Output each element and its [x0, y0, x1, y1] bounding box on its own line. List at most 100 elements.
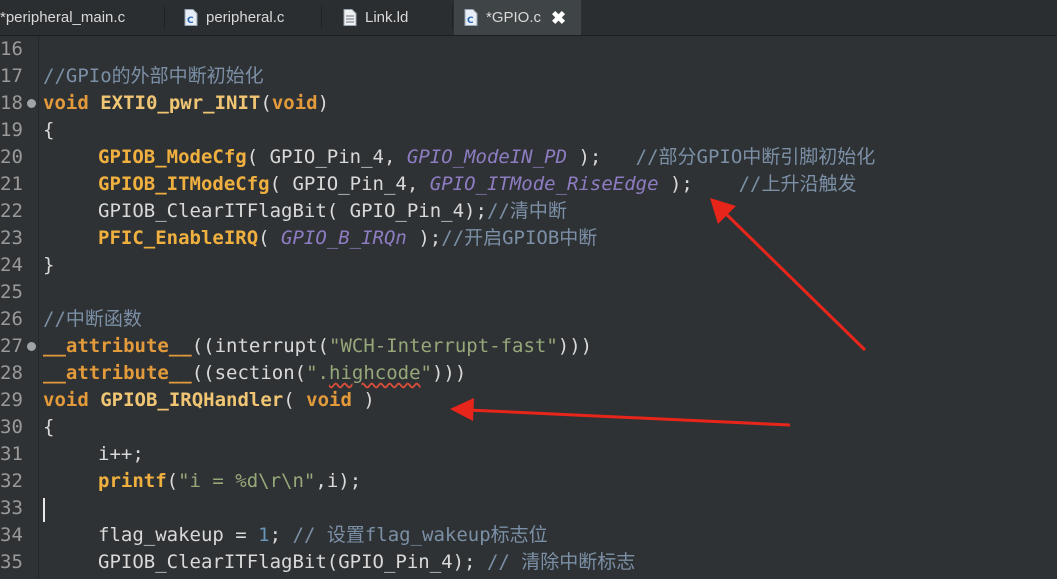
- code-line: __attribute__((section(".highcode"))): [43, 360, 466, 387]
- comment: // 清除中断标志: [486, 551, 636, 573]
- keyword: void: [43, 389, 89, 411]
- code-editor[interactable]: //GPIo的外部中断初始化 void EXTI0_pwr_INIT(void)…: [39, 36, 1057, 579]
- line-number: 34: [0, 524, 23, 546]
- comment: //开启GPIOB中断: [441, 227, 598, 249]
- line-number: 25: [0, 281, 23, 303]
- punct: );: [567, 146, 636, 168]
- string-literal: "WCH-Interrupt-fast": [329, 335, 558, 357]
- line-number: 33: [0, 497, 23, 519]
- tab-peripheral-main[interactable]: *peripheral_main.c: [0, 0, 165, 34]
- punct: ))): [557, 335, 593, 357]
- line-number: 17: [0, 65, 23, 87]
- text-cursor: [43, 498, 45, 522]
- line-number: 29: [0, 389, 23, 411]
- function-call: GPIOB_ModeCfg: [98, 146, 247, 168]
- tab-label: peripheral.c: [206, 8, 285, 26]
- line-number: 28: [0, 362, 23, 384]
- punct: ): [351, 389, 375, 411]
- args: ( GPIO_Pin_4,: [246, 146, 407, 168]
- code-line: GPIOB_ClearITFlagBit( GPIO_Pin_4);//清中断: [98, 198, 567, 225]
- fold-toggle-icon[interactable]: [27, 99, 36, 108]
- enum-constant: GPIO_ModeIN_PD: [406, 146, 568, 168]
- punct: ,i);: [315, 470, 362, 492]
- line-number: 21: [0, 173, 23, 195]
- code-line: printf("i = %d\r\n",i);: [98, 468, 361, 495]
- statement: GPIOB_ClearITFlagBit(GPIO_Pin_4);: [98, 551, 487, 573]
- line-number: 31: [0, 443, 23, 465]
- comment: // 设置flag_wakeup标志位: [292, 524, 548, 546]
- spellcheck-warning: highcode: [329, 362, 421, 384]
- line-number: 22: [0, 200, 23, 222]
- keyword: __attribute__: [43, 335, 192, 357]
- code-line: PFIC_EnableIRQ( GPIO_B_IRQn );//开启GPIOB中…: [98, 225, 597, 252]
- comment: //GPIo的外部中断初始化: [43, 65, 264, 87]
- code-line: GPIOB_ClearITFlagBit(GPIO_Pin_4); // 清除中…: [98, 549, 635, 576]
- line-number-gutter: 16 17 18 19 20 21 22 23 24 25 26 27 28 2…: [0, 36, 39, 579]
- tab-divider: [321, 6, 322, 28]
- code-line: __attribute__((interrupt("WCH-Interrupt-…: [43, 333, 592, 360]
- punct: ((interrupt(: [191, 335, 329, 357]
- close-icon[interactable]: ✖: [551, 9, 566, 27]
- code-line: {: [43, 416, 55, 438]
- string-literal: ".: [306, 362, 329, 384]
- comment: //部分GPIO中断引脚初始化: [635, 146, 876, 168]
- line-number: 32: [0, 470, 23, 492]
- keyword: void: [271, 92, 318, 114]
- comment: //上升沿触发: [738, 173, 857, 195]
- statement: flag_wakeup =: [98, 524, 259, 546]
- line-number: 19: [0, 119, 23, 141]
- line-number: 35: [0, 551, 23, 573]
- punct: ((section(: [191, 362, 307, 384]
- c-file-icon: C: [184, 8, 198, 26]
- string-literal: ": [420, 362, 432, 384]
- punct: ;: [269, 524, 293, 546]
- fold-toggle-icon[interactable]: [27, 342, 36, 351]
- function-name: GPIOB_IRQHandler: [100, 389, 284, 411]
- editor-tab-bar: *peripheral_main.c C peripheral.c Link.l…: [0, 0, 1057, 36]
- punct: );: [406, 227, 442, 249]
- tab-label: *GPIO.c: [486, 9, 542, 26]
- tab-label: Link.ld: [365, 8, 409, 26]
- code-line: {: [43, 119, 55, 141]
- code-line: void EXTI0_pwr_INIT(void): [43, 90, 329, 117]
- code-line: flag_wakeup = 1; // 设置flag_wakeup标志位: [98, 522, 548, 549]
- string-literal: "i = %d\r\n": [178, 470, 316, 492]
- tab-peripheral[interactable]: C peripheral.c: [166, 0, 322, 34]
- line-number: 16: [0, 38, 23, 60]
- code-line: GPIOB_ITModeCfg( GPIO_Pin_4, GPIO_ITMode…: [98, 171, 857, 198]
- punct: (: [260, 92, 272, 114]
- punct: (: [258, 227, 282, 249]
- svg-text:C: C: [467, 16, 474, 26]
- line-number: 27: [0, 335, 23, 357]
- keyword: __attribute__: [43, 362, 192, 384]
- tab-link-ld[interactable]: Link.ld: [323, 0, 453, 34]
- code-line: i++;: [98, 443, 144, 465]
- tab-gpio[interactable]: C *GPIO.c ✖: [454, 0, 581, 35]
- code-line: }: [43, 254, 55, 276]
- svg-text:C: C: [187, 16, 194, 26]
- keyword: void: [306, 389, 352, 411]
- tab-label: *peripheral_main.c: [0, 8, 126, 26]
- comment: //清中断: [486, 200, 567, 222]
- punct: (: [166, 470, 179, 492]
- function-call: GPIOB_ITModeCfg: [98, 173, 270, 195]
- text-file-icon: [343, 8, 357, 26]
- code-line: void GPIOB_IRQHandler( void ): [43, 387, 375, 414]
- punct: ): [317, 92, 330, 114]
- function-name: EXTI0_pwr_INIT: [100, 92, 261, 114]
- line-number: 30: [0, 416, 23, 438]
- comment: //中断函数: [43, 308, 142, 330]
- number-literal: 1: [258, 524, 270, 546]
- enum-constant: GPIO_B_IRQn: [281, 227, 407, 249]
- line-number: 23: [0, 227, 23, 249]
- c-file-icon: C: [464, 9, 478, 26]
- line-number: 20: [0, 146, 23, 168]
- line-number: 18: [0, 92, 23, 114]
- tab-divider: [452, 6, 453, 28]
- args: ( GPIO_Pin_4,: [269, 173, 430, 195]
- keyword: void: [43, 92, 89, 114]
- function-call: printf: [98, 470, 167, 492]
- tab-divider: [164, 6, 165, 28]
- function-call: PFIC_EnableIRQ: [98, 227, 259, 249]
- line-number: 24: [0, 254, 23, 276]
